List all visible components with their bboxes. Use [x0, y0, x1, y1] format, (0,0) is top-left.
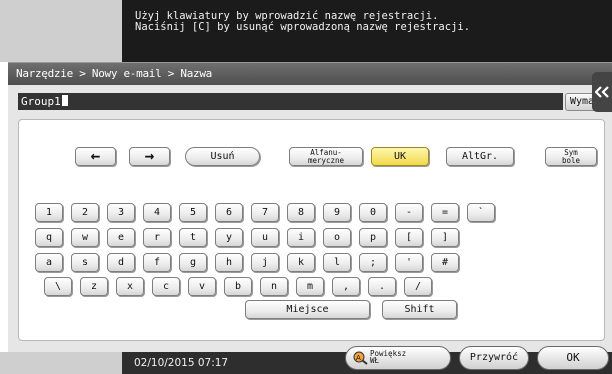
char-key[interactable]: m [296, 277, 324, 296]
delete-key[interactable]: Usuń [185, 147, 260, 166]
left-arrow-icon: ← [90, 146, 101, 165]
char-key[interactable]: c [152, 277, 180, 296]
char-key[interactable]: ' [395, 253, 423, 272]
char-key[interactable]: 1 [35, 203, 63, 222]
char-key[interactable]: k [287, 253, 315, 272]
char-key[interactable]: - [395, 203, 423, 222]
symbols-label-line-2: bole [561, 155, 581, 165]
char-key[interactable]: 0 [359, 203, 387, 222]
char-key[interactable]: a [35, 253, 63, 272]
char-key[interactable]: g [179, 253, 207, 272]
status-bar-left-area [0, 352, 122, 374]
char-key[interactable]: . [368, 277, 396, 296]
right-arrow-icon: → [144, 146, 155, 165]
zoom-label: Powiększ WŁ [370, 349, 406, 365]
char-key[interactable]: ` [467, 203, 495, 222]
char-key[interactable]: 6 [215, 203, 243, 222]
char-key[interactable]: w [71, 228, 99, 247]
double-chevron-left-icon [595, 86, 609, 98]
alphanumeric-key[interactable]: Alfanu-meryczne [289, 147, 363, 166]
symbols-key[interactable]: Sym bole [545, 147, 597, 166]
char-key[interactable]: o [323, 228, 351, 247]
char-key[interactable]: ] [431, 228, 459, 247]
char-key[interactable]: f [143, 253, 171, 272]
alphanumeric-label-line-2: meryczne [307, 155, 345, 165]
char-key[interactable]: h [215, 253, 243, 272]
svg-text:A: A [356, 354, 361, 362]
altgr-key[interactable]: AltGr. [446, 147, 514, 166]
char-key[interactable]: x [116, 277, 144, 296]
zoom-toggle-button[interactable]: A Powiększ WŁ [345, 346, 451, 370]
char-key[interactable]: j [251, 253, 279, 272]
char-key[interactable]: z [80, 277, 108, 296]
cursor-right-key[interactable]: → [129, 147, 170, 166]
side-panel-tab[interactable] [592, 72, 612, 112]
reset-button[interactable]: Przywróć [459, 346, 529, 370]
char-key[interactable]: e [107, 228, 135, 247]
char-key[interactable]: # [431, 253, 459, 272]
char-key[interactable]: ; [359, 253, 387, 272]
char-key[interactable]: 3 [107, 203, 135, 222]
char-key[interactable]: q [35, 228, 63, 247]
char-key[interactable]: d [107, 253, 135, 272]
zoom-label-line-2: WŁ [370, 356, 380, 365]
magnifier-text-icon: A [353, 351, 368, 365]
date-time: 02/10/2015 07:17 [134, 357, 229, 369]
instruction-line-2: Naciśnij [C] by usunąć wprowadzoną nazwę… [135, 21, 471, 33]
char-key[interactable]: r [143, 228, 171, 247]
char-key[interactable]: , [332, 277, 360, 296]
breadcrumb: Narzędzie > Nowy e-mail > Nazwa [8, 63, 612, 85]
keyboard-panel: Narzędzie > Nowy e-mail > Nazwa Group1 W… [8, 62, 612, 352]
char-key[interactable]: 4 [143, 203, 171, 222]
text-cursor [61, 95, 68, 106]
shift-key[interactable]: Shift [382, 300, 457, 319]
char-key[interactable]: 8 [287, 203, 315, 222]
instruction-message: Użyj klawiatury by wprowadzić nazwę reje… [122, 0, 612, 62]
char-key[interactable]: 2 [71, 203, 99, 222]
char-key[interactable]: i [287, 228, 315, 247]
char-key[interactable]: v [188, 277, 216, 296]
char-key[interactable]: y [215, 228, 243, 247]
name-input[interactable]: Group1 [18, 93, 563, 110]
char-key[interactable]: 7 [251, 203, 279, 222]
char-key[interactable]: u [251, 228, 279, 247]
char-key[interactable]: p [359, 228, 387, 247]
char-key[interactable]: 5 [179, 203, 207, 222]
char-key[interactable]: s [71, 253, 99, 272]
char-key[interactable]: \ [44, 277, 72, 296]
char-key[interactable]: n [260, 277, 288, 296]
message-bar-left-area [0, 0, 122, 62]
ok-button[interactable]: OK [537, 346, 609, 370]
name-input-value: Group1 [21, 95, 61, 108]
char-key[interactable]: 9 [323, 203, 351, 222]
char-key[interactable]: / [404, 277, 432, 296]
cursor-left-key[interactable]: ← [75, 147, 116, 166]
char-key[interactable]: b [224, 277, 252, 296]
char-key[interactable]: l [323, 253, 351, 272]
char-key[interactable]: t [179, 228, 207, 247]
space-key[interactable]: Miejsce [245, 300, 370, 319]
uk-layout-key[interactable]: UK [371, 147, 429, 166]
on-screen-keyboard: ← → Usuń Alfanu-meryczne UK AltGr. Sym bo… [18, 119, 605, 341]
char-key[interactable]: = [431, 203, 459, 222]
char-key[interactable]: [ [395, 228, 423, 247]
